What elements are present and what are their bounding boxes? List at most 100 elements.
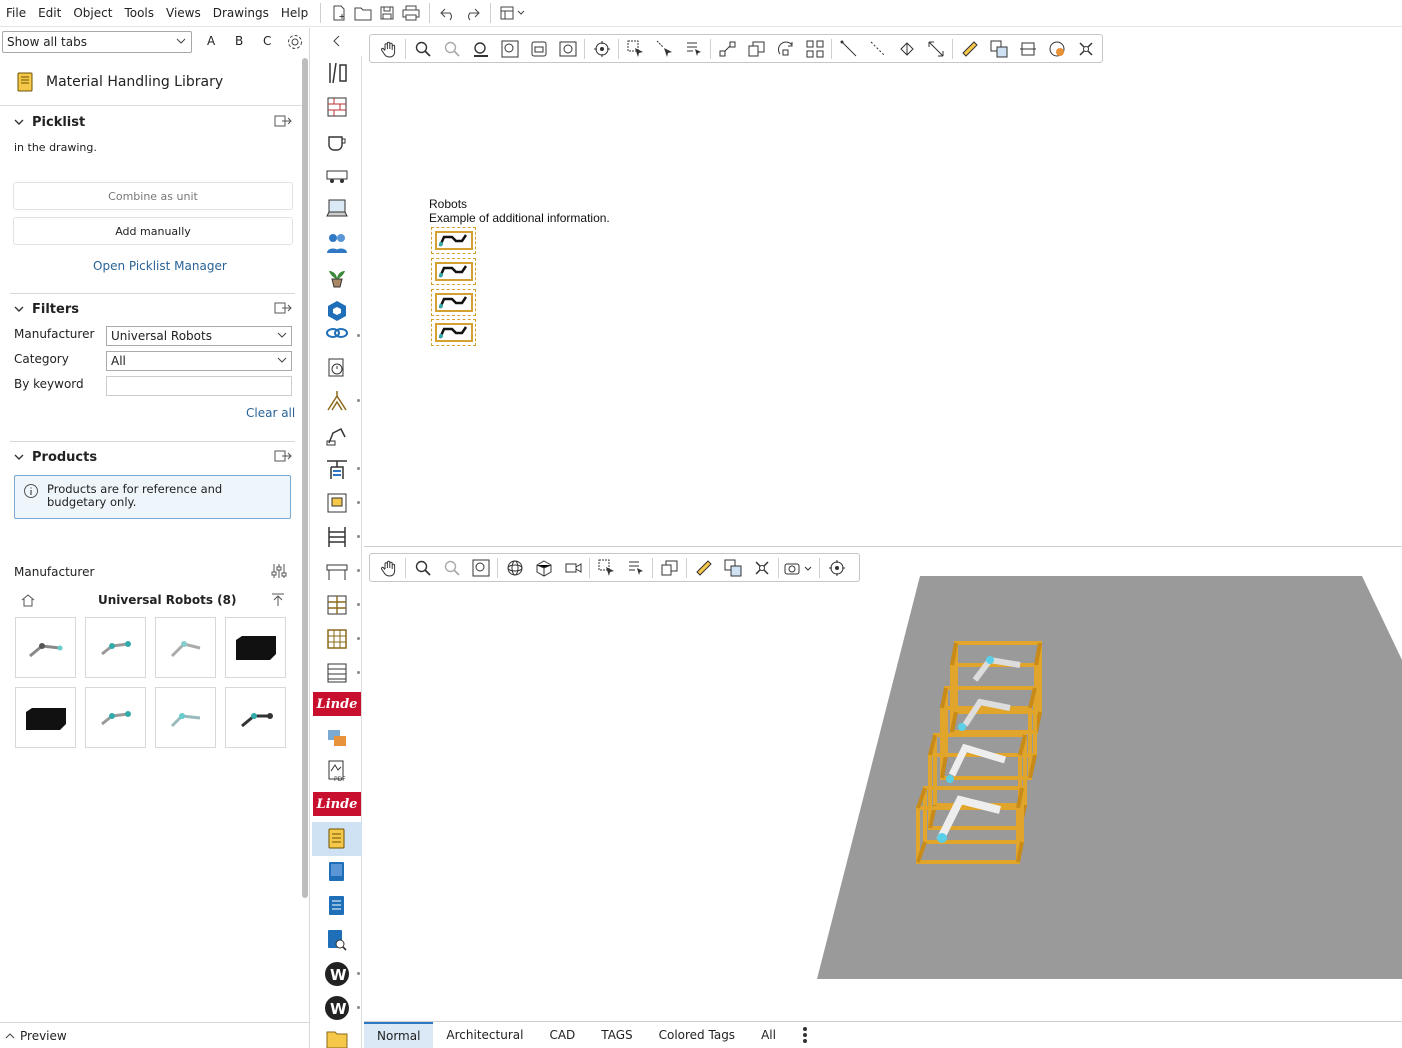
zoom-icon[interactable] (408, 557, 437, 579)
zoom-page-icon[interactable] (524, 38, 553, 60)
collapse-panel-icon[interactable] (330, 34, 344, 48)
tab-architectural[interactable]: Architectural (433, 1022, 536, 1048)
material-handling-library-icon[interactable] (312, 822, 362, 856)
plant-library-icon[interactable] (323, 263, 351, 291)
tools-library-icon[interactable] (323, 59, 351, 87)
select-icon[interactable] (592, 557, 621, 579)
robot-cell-symbol[interactable] (431, 227, 476, 254)
copy-to-icon[interactable] (984, 38, 1013, 60)
pdf-library-icon[interactable]: PDF (323, 757, 351, 785)
folder-library-icon[interactable] (323, 1028, 351, 1048)
computer-library-icon[interactable] (323, 195, 351, 223)
stretch-icon[interactable] (921, 38, 950, 60)
line-icon[interactable] (834, 38, 863, 60)
select-crossing-icon[interactable] (650, 38, 679, 60)
dock-library-icon[interactable] (323, 489, 351, 517)
robot-cell-symbol[interactable] (431, 289, 476, 316)
new-file-icon[interactable] (327, 2, 351, 24)
manufacturer-select[interactable]: Universal Robots (106, 326, 292, 346)
menu-edit[interactable]: Edit (32, 6, 67, 20)
menu-file[interactable]: File (0, 6, 32, 20)
view-splitter[interactable] (364, 546, 1402, 547)
select-list-icon[interactable] (621, 557, 650, 579)
cafe-library-icon[interactable] (323, 127, 351, 155)
product-thumbnail[interactable] (85, 617, 146, 678)
view-cube-icon[interactable] (529, 557, 558, 579)
sliders-icon[interactable] (271, 563, 287, 579)
racking-library-icon[interactable] (323, 523, 351, 551)
filters-header[interactable]: Filters (0, 298, 300, 320)
menu-tools[interactable]: Tools (118, 6, 160, 20)
properties-icon[interactable] (1042, 38, 1071, 60)
layers-library-icon[interactable] (323, 724, 351, 752)
robot-cell-symbol[interactable] (431, 258, 476, 285)
open-picklist-manager-link[interactable]: Open Picklist Manager (93, 259, 227, 273)
undock-icon[interactable] (274, 449, 292, 463)
category-select[interactable]: All (106, 351, 292, 371)
tab-filter-select[interactable]: Show all tabs (2, 31, 192, 53)
zoom-icon[interactable] (408, 38, 437, 60)
move-icon[interactable] (713, 38, 742, 60)
drawing-library-icon[interactable] (323, 387, 351, 415)
keyword-input[interactable] (106, 376, 292, 396)
people-library-icon[interactable] (323, 229, 351, 257)
pan-hand-icon[interactable] (374, 557, 403, 579)
array-icon[interactable] (800, 38, 829, 60)
pan-hand-icon[interactable] (374, 38, 403, 60)
zoom-out-icon[interactable] (437, 38, 466, 60)
tab-b-button[interactable]: B (235, 34, 243, 48)
open-folder-icon[interactable] (351, 2, 375, 24)
w-library-icon[interactable]: W (323, 994, 351, 1022)
copy-to-icon[interactable] (718, 557, 747, 579)
zoom-extents-icon[interactable] (495, 38, 524, 60)
crane-library-icon[interactable] (323, 455, 351, 483)
tab-c-button[interactable]: C (263, 34, 271, 48)
select-list-icon[interactable] (679, 38, 708, 60)
linde-library-icon[interactable]: Linde (313, 692, 361, 716)
sketchup-library-icon[interactable] (323, 297, 351, 325)
clear-all-link[interactable]: Clear all (246, 406, 295, 420)
undock-icon[interactable] (274, 114, 292, 128)
copy-icon[interactable] (742, 38, 771, 60)
blue-book-library-icon[interactable] (323, 892, 351, 920)
product-thumbnail[interactable] (155, 687, 216, 748)
menu-object[interactable]: Object (67, 6, 118, 20)
storage-library-icon[interactable] (323, 659, 351, 687)
robot-cell-symbol[interactable] (431, 319, 476, 346)
link-library-icon[interactable] (323, 324, 351, 342)
zoom-out-icon[interactable] (437, 557, 466, 579)
menu-drawings[interactable]: Drawings (207, 6, 275, 20)
zoom-selected-icon[interactable] (587, 38, 616, 60)
robot-library-icon[interactable] (323, 421, 351, 449)
close-view-icon[interactable] (747, 557, 776, 579)
tab-normal[interactable]: Normal (364, 1022, 434, 1048)
orbit-icon[interactable] (500, 557, 529, 579)
conveyor-library-icon[interactable] (323, 557, 351, 585)
w-library-icon[interactable]: W (323, 960, 351, 988)
close-view-icon[interactable] (1071, 38, 1100, 60)
undock-icon[interactable] (274, 301, 292, 315)
home-icon[interactable] (20, 592, 36, 608)
panel-scrollbar[interactable] (302, 58, 308, 898)
undo-icon[interactable] (436, 2, 460, 24)
rotate-icon[interactable] (771, 38, 800, 60)
tab-a-button[interactable]: A (207, 34, 215, 48)
zoom-window-icon[interactable] (466, 38, 495, 60)
up-level-icon[interactable] (270, 592, 286, 608)
zoom-extents-icon[interactable] (466, 557, 495, 579)
tab-colored-tags[interactable]: Colored Tags (646, 1022, 748, 1048)
layout-dropdown-icon[interactable] (497, 2, 531, 24)
wall-library-icon[interactable] (323, 93, 351, 121)
measure-icon[interactable] (689, 557, 718, 579)
dashed-line-icon[interactable] (863, 38, 892, 60)
render-camera-dropdown-icon[interactable] (781, 557, 817, 579)
blue-book-library-icon[interactable] (323, 858, 351, 886)
measure-icon[interactable] (955, 38, 984, 60)
tab-tags[interactable]: TAGS (588, 1022, 645, 1048)
timer-library-icon[interactable] (323, 353, 351, 381)
more-options-icon[interactable] (789, 1022, 821, 1048)
product-thumbnail[interactable] (85, 687, 146, 748)
product-thumbnail[interactable] (225, 617, 286, 678)
camera-view-icon[interactable] (558, 557, 587, 579)
rotate-3d-icon[interactable] (892, 38, 921, 60)
